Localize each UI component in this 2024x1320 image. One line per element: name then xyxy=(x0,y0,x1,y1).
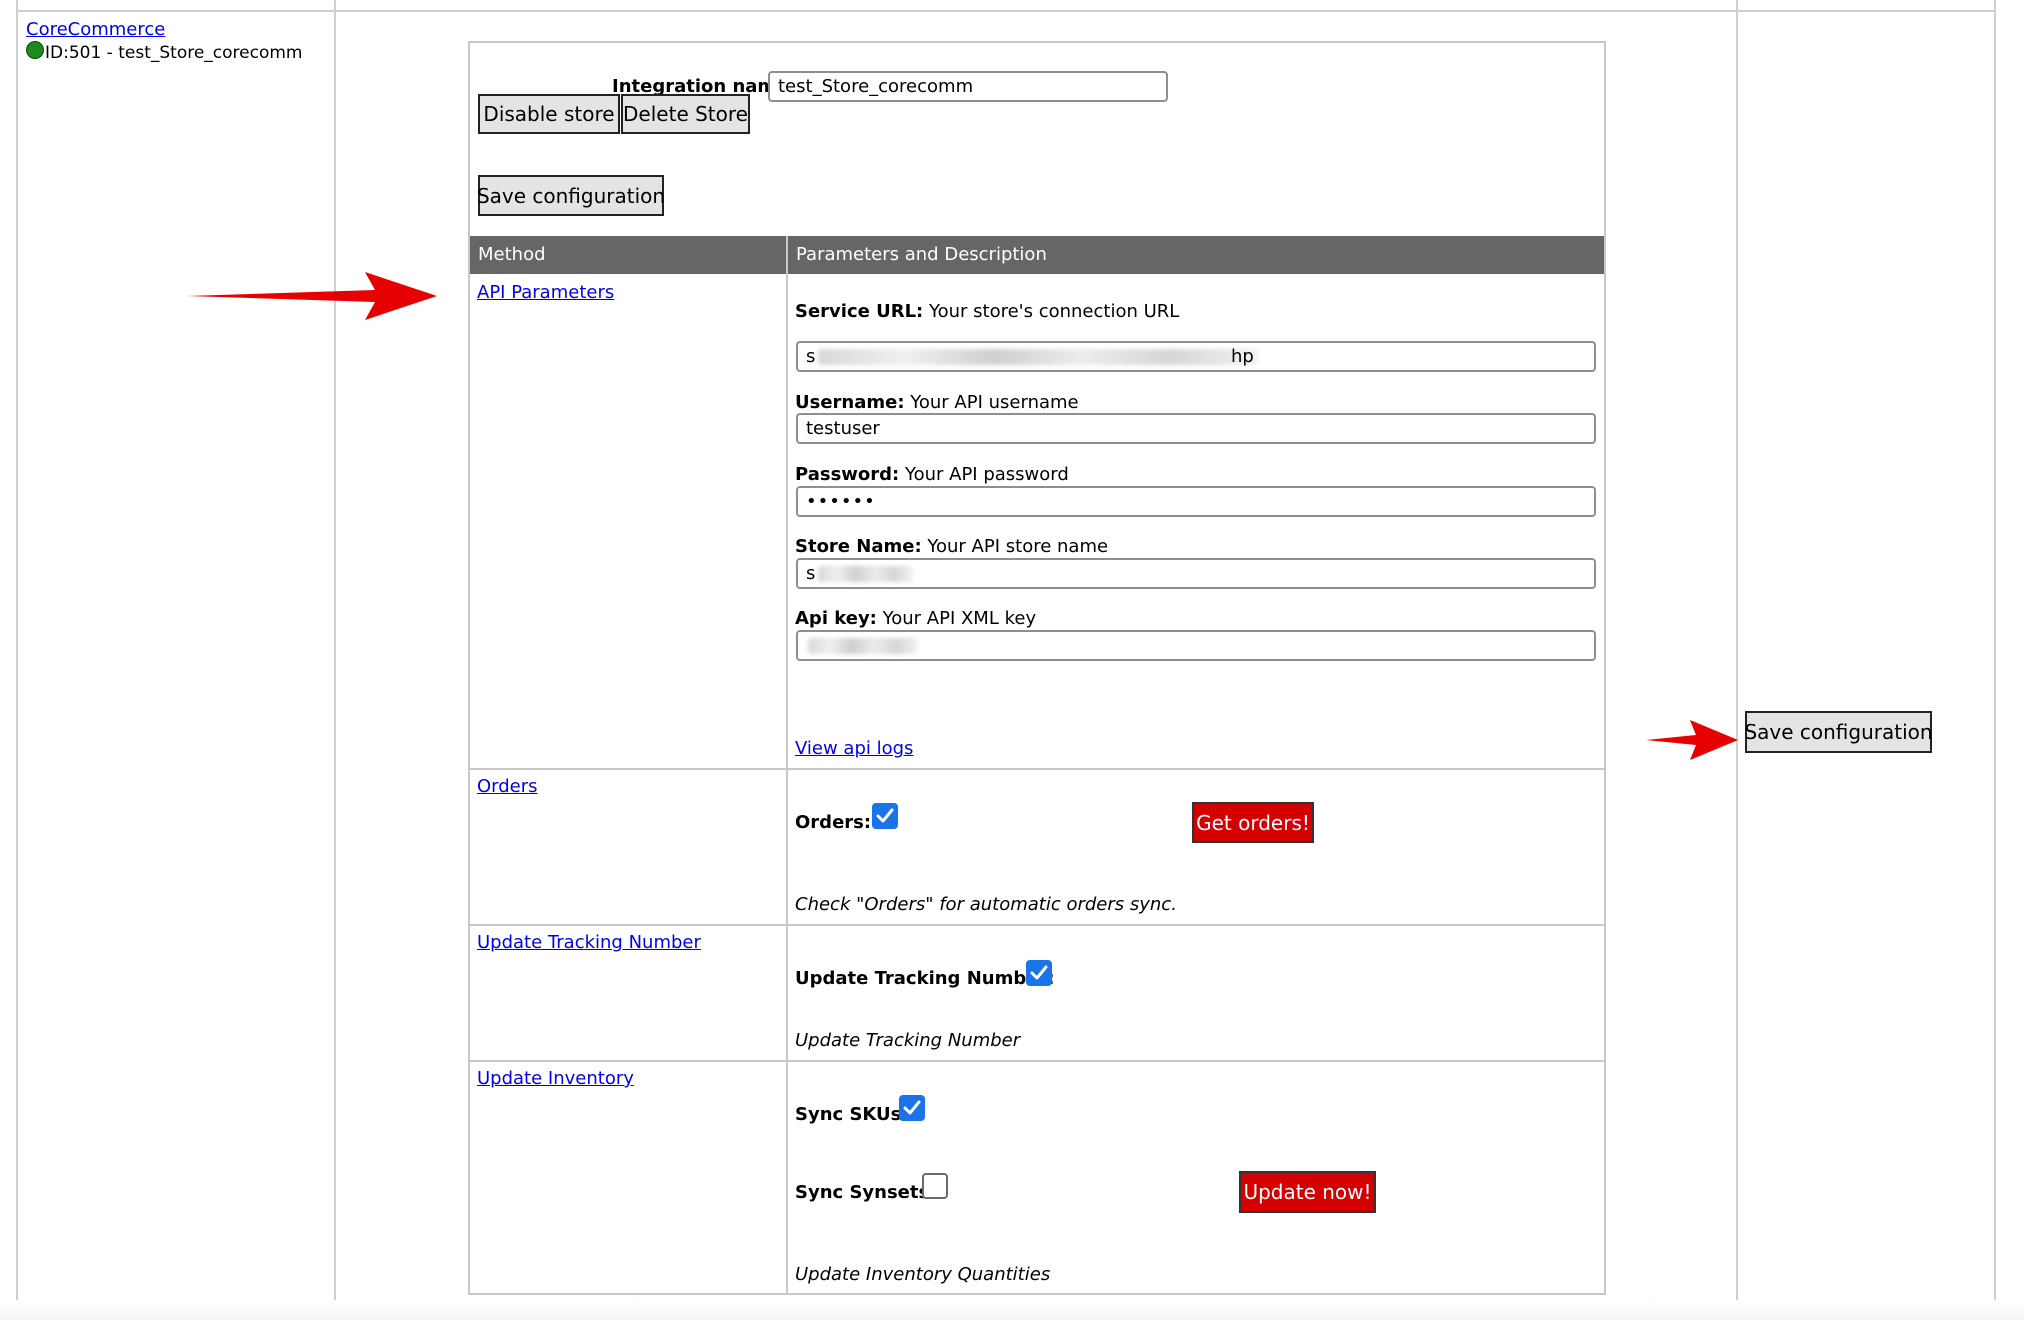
method-link-orders[interactable]: Orders xyxy=(477,776,538,797)
store-name-prefix: s xyxy=(806,563,816,584)
get-orders-button[interactable]: Get orders! xyxy=(1192,802,1314,843)
sync-synsets-checkbox[interactable] xyxy=(922,1173,948,1199)
method-link-update-inventory[interactable]: Update Inventory xyxy=(477,1068,634,1089)
store-name-label-bold: Store Name: xyxy=(795,536,922,557)
method-link-update-tracking[interactable]: Update Tracking Number xyxy=(477,932,701,953)
delete-store-button[interactable]: Delete Store xyxy=(621,94,750,134)
status-dot-icon xyxy=(26,41,44,59)
tracking-label: Update Tracking Number: xyxy=(795,968,1055,989)
password-label-bold: Password: xyxy=(795,464,900,485)
service-url-suffix: hp xyxy=(1231,346,1254,367)
arrow-right-icon xyxy=(1646,720,1738,760)
method-link-api-parameters[interactable]: API Parameters xyxy=(477,282,614,303)
service-url-prefix: s xyxy=(806,346,816,367)
row-divider-orders xyxy=(470,924,1604,926)
row-divider-tracking xyxy=(470,1060,1604,1062)
orders-checkbox[interactable] xyxy=(872,803,898,829)
service-url-label-bold: Service URL: xyxy=(795,301,924,322)
platform-link[interactable]: CoreCommerce xyxy=(26,19,165,40)
redacted-blur xyxy=(808,638,918,654)
username-input[interactable]: testuser xyxy=(796,413,1596,444)
checkmark-icon xyxy=(903,1100,921,1115)
method-column-header: Method xyxy=(470,236,786,274)
column-divider-1 xyxy=(334,0,336,1320)
save-configuration-side-button[interactable]: Save configuration xyxy=(1744,711,1933,753)
orders-description: Check "Orders" for automatic orders sync… xyxy=(795,894,1177,915)
column-divider-2 xyxy=(1736,0,1738,1320)
checkmark-icon xyxy=(876,808,894,823)
row-divider-api xyxy=(470,768,1604,770)
integration-name-input[interactable]: test_Store_corecomm xyxy=(768,71,1168,102)
table-column-divider xyxy=(786,236,788,1294)
service-url-label: Service URL: Your store's connection URL xyxy=(795,301,1179,322)
store-entry-label: ID:501 - test_Store_corecomm xyxy=(45,43,303,63)
api-key-label: Api key: Your API XML key xyxy=(795,608,1036,629)
arrow-right-icon xyxy=(187,272,437,320)
save-configuration-button[interactable]: Save configuration xyxy=(477,175,665,216)
top-border xyxy=(16,10,1996,12)
sync-skus-label: Sync SKUs: xyxy=(795,1104,909,1125)
username-description: Your API username xyxy=(910,392,1079,413)
password-input[interactable]: •••••• xyxy=(796,486,1596,517)
right-border xyxy=(1994,0,1996,1320)
service-url-description: Your store's connection URL xyxy=(928,301,1180,322)
api-key-input[interactable] xyxy=(796,630,1596,661)
redacted-blur xyxy=(818,566,913,582)
username-label-bold: Username: xyxy=(795,392,905,413)
username-label: Username: Your API username xyxy=(795,392,1079,413)
update-now-button[interactable]: Update now! xyxy=(1239,1171,1376,1213)
sync-skus-checkbox[interactable] xyxy=(899,1095,925,1121)
password-label: Password: Your API password xyxy=(795,464,1069,485)
view-api-logs-link[interactable]: View api logs xyxy=(795,738,913,759)
orders-label: Orders: xyxy=(795,812,872,833)
sync-synsets-label: Sync Synsets: xyxy=(795,1182,937,1203)
bottom-fade xyxy=(0,1300,2024,1320)
config-panel xyxy=(468,41,1606,1295)
store-name-description: Your API store name xyxy=(927,536,1109,557)
api-key-label-bold: Api key: xyxy=(795,608,877,629)
inventory-description: Update Inventory Quantities xyxy=(795,1264,1051,1285)
tracking-description: Update Tracking Number xyxy=(795,1030,1021,1051)
left-border xyxy=(16,0,18,1320)
service-url-input[interactable]: s hp xyxy=(796,341,1596,372)
disable-store-button[interactable]: Disable store xyxy=(478,94,620,134)
tracking-checkbox[interactable] xyxy=(1026,960,1052,986)
api-key-description: Your API XML key xyxy=(882,608,1037,629)
store-name-input[interactable]: s xyxy=(796,558,1596,589)
checkmark-icon xyxy=(1030,965,1048,980)
store-entry[interactable]: ID:501 - test_Store_corecomm xyxy=(26,41,303,63)
params-column-header: Parameters and Description xyxy=(788,236,1604,274)
redacted-blur xyxy=(818,349,1258,365)
store-name-label: Store Name: Your API store name xyxy=(795,536,1108,557)
password-description: Your API password xyxy=(904,464,1069,485)
